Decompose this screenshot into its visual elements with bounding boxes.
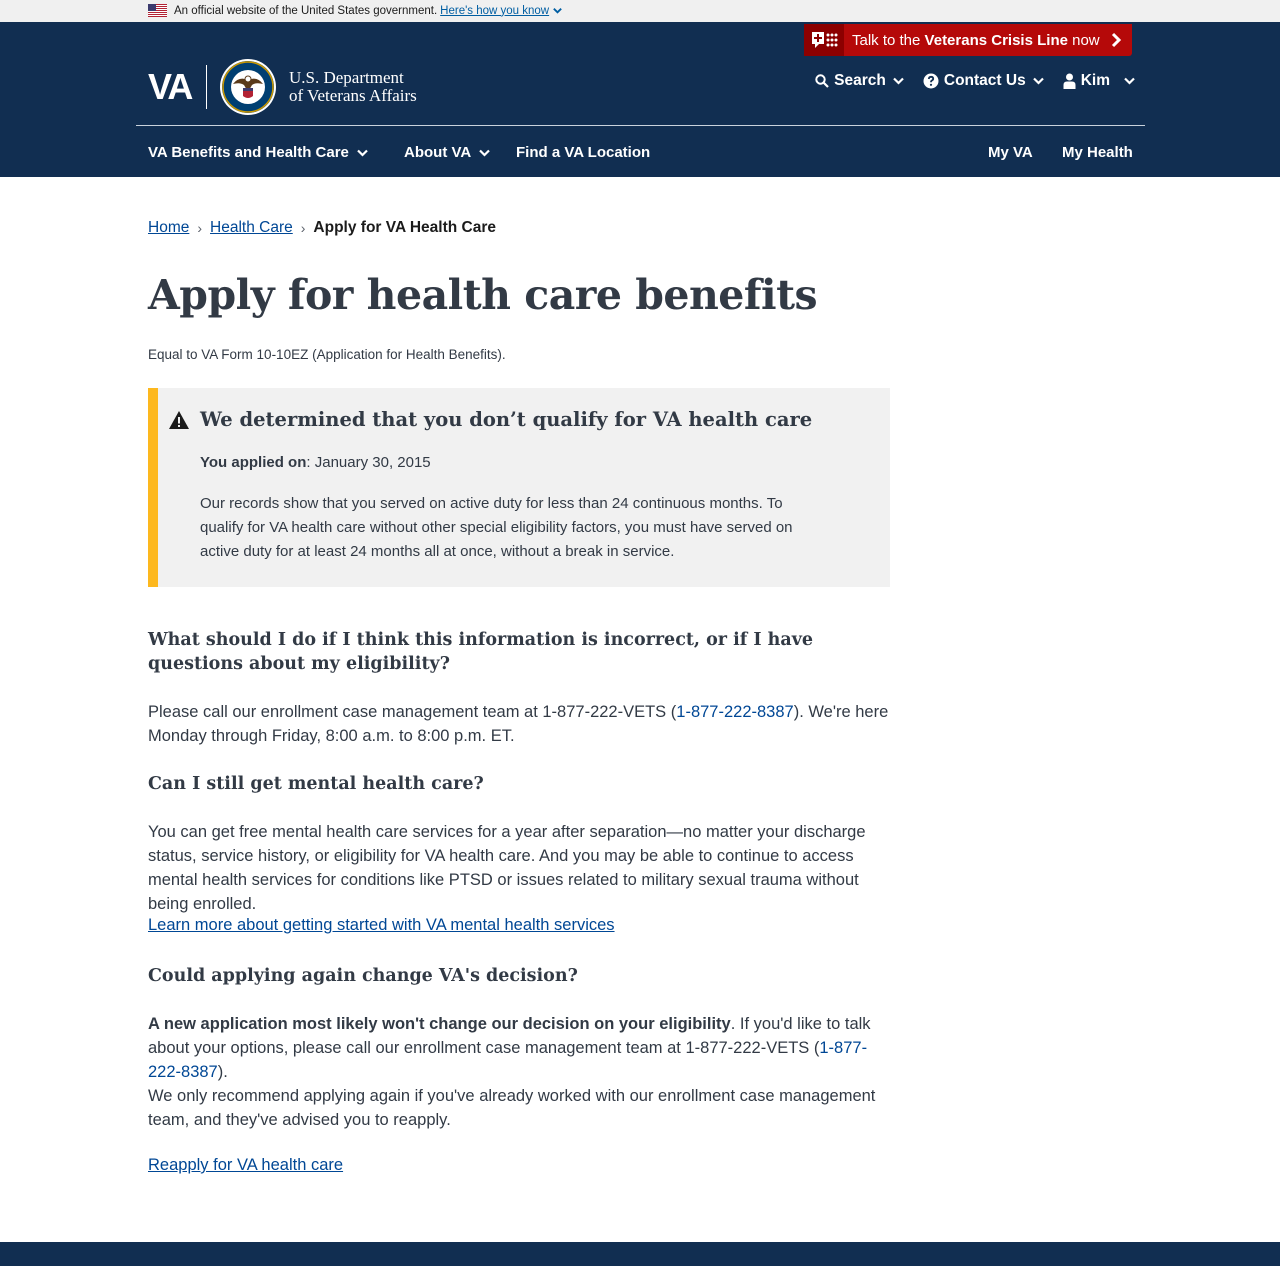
breadcrumb-health-care-link[interactable]: Health Care	[210, 219, 293, 237]
nav-my-va-label: My VA	[988, 144, 1033, 161]
alert-body: Our records show that you served on acti…	[200, 495, 793, 560]
official-gov-banner: An official website of the United States…	[0, 0, 1280, 22]
alert-heading: We determined that you don’t qualify for…	[200, 408, 813, 431]
nav-about-label: About VA	[404, 144, 472, 161]
chevron-right-icon	[1111, 32, 1122, 48]
chevron-down-icon	[357, 149, 368, 157]
logo-divider	[206, 65, 207, 109]
breadcrumb-separator: ›	[300, 220, 306, 236]
chevron-down-icon	[553, 8, 562, 14]
user-name: Kim	[1080, 72, 1110, 89]
crisis-line-label: Talk to the Veterans Crisis Line now	[852, 31, 1100, 49]
phone-link[interactable]: 1-877-222-8387	[676, 703, 793, 721]
breadcrumb: Home › Health Care › Apply for VA Health…	[148, 219, 496, 237]
nav-about-va[interactable]: About VA	[404, 144, 490, 161]
va-logo-mark: VA	[148, 66, 193, 107]
form-subtitle: Equal to VA Form 10-10EZ (Application fo…	[148, 347, 506, 362]
page-title: Apply for health care benefits	[148, 271, 818, 319]
alert-applied-date: You applied on: January 30, 2015	[200, 454, 431, 471]
us-flag-icon	[148, 4, 167, 17]
nav-find-va-location[interactable]: Find a VA Location	[516, 144, 650, 161]
reapply-link[interactable]: Reapply for VA health care	[148, 1156, 343, 1175]
section-heading-mental-health: Can I still get mental health care?	[148, 774, 484, 794]
nav-my-health[interactable]: My Health	[1062, 144, 1133, 161]
search-label: Search	[834, 72, 886, 89]
official-gov-text: An official website of the United States…	[174, 4, 438, 17]
va-logo-link[interactable]: VA U.S. Department of Veterans Affairs	[148, 58, 417, 116]
breadcrumb-home-link[interactable]: Home	[148, 219, 189, 237]
mental-health-services-link[interactable]: Learn more about getting started with VA…	[148, 916, 615, 935]
va-department-name: U.S. Department of Veterans Affairs	[289, 68, 417, 105]
section-paragraph-apply-again: A new application most likely won't chan…	[148, 1015, 871, 1081]
section-heading-apply-again: Could applying again change VA's decisio…	[148, 966, 578, 986]
main-nav: VA Benefits and Health Care About VA Fin…	[0, 126, 1280, 177]
nav-my-va[interactable]: My VA	[988, 144, 1033, 161]
search-icon	[815, 74, 829, 88]
section-paragraph-mental-health: You can get free mental health care serv…	[148, 823, 866, 913]
section-heading-incorrect-info: What should I do if I think this informa…	[148, 630, 814, 674]
nav-my-health-label: My Health	[1062, 144, 1133, 161]
chevron-down-icon	[1124, 77, 1135, 85]
breadcrumb-separator: ›	[197, 220, 203, 236]
nav-find-label: Find a VA Location	[516, 144, 651, 161]
how-you-know-link[interactable]: Here's how you know	[440, 5, 549, 17]
ineligibility-alert: We determined that you don’t qualify for…	[148, 388, 890, 587]
user-menu-button[interactable]: Kim	[1063, 72, 1140, 90]
contact-us-label: Contact Us	[943, 72, 1026, 89]
utility-nav: Search Contact Us Kim	[801, 72, 1140, 90]
nav-benefits-and-health-care[interactable]: VA Benefits and Health Care	[148, 144, 368, 161]
site-header: Talk to the Veterans Crisis Line now VA …	[0, 22, 1280, 177]
contact-us-menu-button[interactable]: Contact Us	[923, 72, 1049, 90]
user-icon	[1063, 73, 1076, 89]
breadcrumb-current: Apply for VA Health Care	[313, 219, 497, 236]
question-circle-icon	[923, 73, 939, 89]
chevron-down-icon	[893, 77, 904, 85]
section-paragraph-reapply-advice: We only recommend applying again if you'…	[148, 1087, 876, 1129]
crisis-line-icon	[804, 24, 844, 56]
nav-benefits-label: VA Benefits and Health Care	[148, 144, 349, 161]
va-seal-icon	[220, 59, 276, 115]
warning-icon	[169, 411, 189, 429]
search-menu-button[interactable]: Search	[815, 72, 909, 90]
site-footer	[0, 1242, 1280, 1266]
veterans-crisis-line-button[interactable]: Talk to the Veterans Crisis Line now	[804, 24, 1132, 56]
chevron-down-icon	[1032, 77, 1044, 85]
section-paragraph-contact: Please call our enrollment case manageme…	[148, 703, 889, 745]
chevron-down-icon	[479, 149, 490, 157]
